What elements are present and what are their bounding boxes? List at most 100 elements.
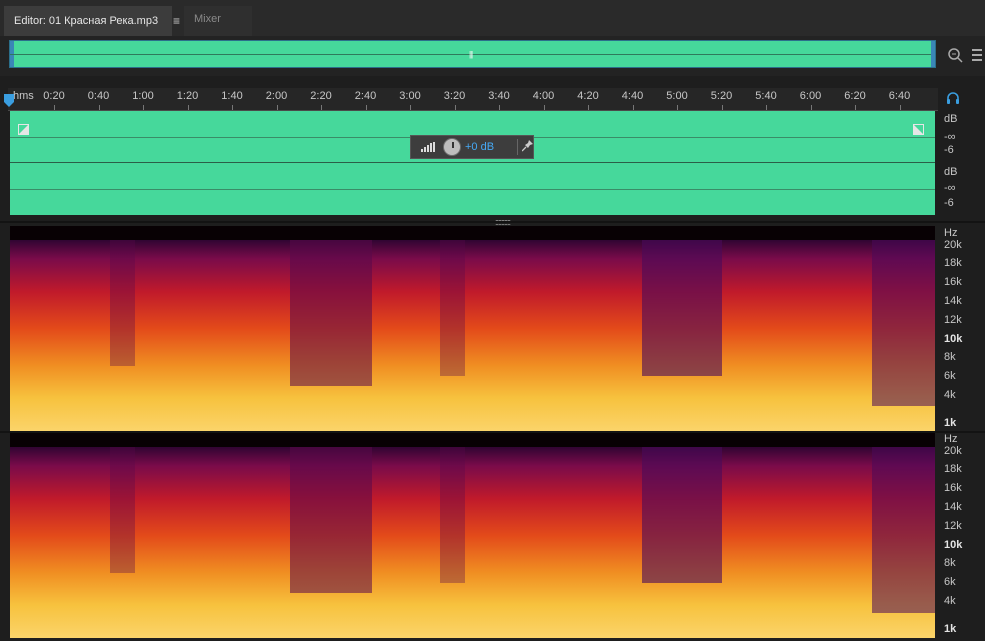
waveform-right-channel[interactable]	[10, 163, 935, 215]
hz-label: 14k	[944, 501, 962, 513]
hz-label: 10k	[944, 539, 963, 551]
ruler-tick	[810, 105, 812, 110]
db-scale-right: dB -∞ -6	[938, 166, 985, 216]
db-minus-infinity: -∞	[944, 131, 956, 143]
ruler-tick	[54, 105, 55, 110]
ruler-tick	[365, 105, 367, 110]
panel-divider	[0, 221, 985, 223]
gain-knob[interactable]	[443, 138, 461, 156]
tab-editor[interactable]: Editor: 01 Красная Река.mp3 ≡	[4, 6, 180, 36]
spectrogram-image	[10, 226, 935, 431]
ruler-tick-label: 2:20	[310, 90, 332, 102]
tab-editor-label: Editor: 01 Красная Река.mp3	[14, 15, 159, 27]
ruler-tick	[410, 105, 411, 110]
hz-label: 4k	[944, 389, 956, 401]
ruler-tick	[321, 105, 322, 110]
ruler-tick	[454, 105, 456, 110]
db-scale-left: dB -∞ -6	[938, 113, 985, 163]
ruler-tick	[143, 105, 144, 110]
ruler-tick-label: 4:40	[621, 90, 644, 102]
fade-in-icon[interactable]	[18, 124, 29, 135]
pin-icon[interactable]	[521, 140, 533, 155]
tab-bar: Editor: 01 Красная Река.mp3 ≡ Mixer	[0, 0, 985, 36]
tab-mixer[interactable]: Mixer	[184, 6, 252, 36]
hz-label: Hz	[944, 433, 958, 445]
ruler-tick-label: 6:20	[844, 90, 866, 102]
hz-scale-right: Hz 20k 18k 16k 14k 12k 10k 8k 6k 4k 1k	[938, 433, 985, 638]
overview-grip-icon[interactable]: |||	[469, 50, 473, 59]
ruler-tick-label: 1:20	[176, 90, 199, 102]
db-minus-six: -6	[944, 197, 954, 209]
hud-gain-control[interactable]: +0 dB	[410, 135, 534, 159]
hz-label: 20k	[944, 239, 962, 251]
ruler-tick-label: 3:20	[443, 90, 466, 102]
ruler-tick-label: 1:40	[221, 90, 243, 102]
hz-label: 18k	[944, 257, 962, 269]
hz-label: 12k	[944, 520, 962, 532]
tab-mixer-label: Mixer	[194, 13, 221, 25]
ruler-tick	[232, 105, 233, 110]
hamburger-icon[interactable]: ≡	[173, 8, 180, 34]
ruler-tick-label: 0:40	[87, 90, 110, 102]
hz-label: 8k	[944, 351, 956, 363]
ruler-tick	[855, 105, 856, 110]
time-ruler[interactable]: hms 0:20 0:40 1:00 1:20 1:40 2:00 2:20 2:40 3:00…	[8, 88, 938, 111]
db-minus-six: -6	[944, 144, 954, 156]
ruler-tick	[543, 105, 545, 110]
ruler-tick-label: 4:20	[577, 90, 599, 102]
waveform-centerline	[10, 189, 935, 190]
ruler-tick	[499, 105, 500, 110]
db-unit: dB	[944, 113, 958, 125]
hz-label: 6k	[944, 576, 956, 588]
ruler-tick-label: 6:00	[799, 90, 822, 102]
ruler-tick-label: 1:00	[132, 90, 154, 102]
db-unit: dB	[944, 166, 958, 178]
ruler-unit-label: hms	[13, 90, 34, 102]
ruler-tick-label: 2:40	[354, 90, 377, 102]
ruler-tick	[187, 105, 189, 110]
headphones-icon[interactable]	[946, 91, 960, 105]
hz-label: 8k	[944, 557, 956, 569]
hz-label: 6k	[944, 370, 956, 382]
ruler-tick	[98, 105, 100, 110]
hz-label: 12k	[944, 314, 962, 326]
overview-waveform[interactable]: |||	[9, 40, 936, 68]
hz-label: Hz	[944, 227, 958, 239]
gain-value[interactable]: +0 dB	[465, 141, 494, 153]
ruler-tick-label: 3:40	[488, 90, 510, 102]
playhead-handle[interactable]	[4, 94, 14, 108]
ruler-tick-label: 6:40	[888, 90, 911, 102]
level-meter-icon	[421, 142, 437, 155]
ruler-tick-label: 4:00	[532, 90, 555, 102]
db-minus-infinity: -∞	[944, 182, 956, 194]
ruler-tick-label: 2:00	[265, 90, 288, 102]
list-icon[interactable]	[970, 46, 984, 64]
ruler-tick	[588, 105, 589, 110]
ruler-tick	[899, 105, 901, 110]
ruler-tick	[766, 105, 767, 110]
hz-label: 16k	[944, 276, 962, 288]
ruler-tick	[721, 105, 723, 110]
hz-label: 18k	[944, 463, 962, 475]
ruler-tick-label: 0:20	[43, 90, 65, 102]
spectrogram-right-channel[interactable]	[10, 433, 935, 638]
overview-right-handle[interactable]	[931, 41, 935, 67]
spectrogram-image	[10, 433, 935, 638]
hz-label: 4k	[944, 595, 956, 607]
ruler-tick-label: 5:00	[666, 90, 688, 102]
hud-separator	[517, 139, 518, 155]
ruler-tick	[632, 105, 634, 110]
overview-centerline	[10, 54, 935, 55]
hz-label: 10k	[944, 333, 963, 345]
zoom-icon[interactable]	[946, 46, 964, 64]
spectrogram-left-channel[interactable]	[10, 226, 935, 431]
hz-label: 16k	[944, 482, 962, 494]
fade-out-icon[interactable]	[913, 124, 924, 135]
hz-label: 14k	[944, 295, 962, 307]
ruler-tick	[276, 105, 278, 110]
hz-label: 1k	[944, 623, 957, 635]
ruler-tick-label: 3:00	[399, 90, 421, 102]
ruler-tick-label: 5:40	[755, 90, 777, 102]
overview-panel: |||	[0, 36, 985, 76]
ruler-tick	[677, 105, 678, 110]
